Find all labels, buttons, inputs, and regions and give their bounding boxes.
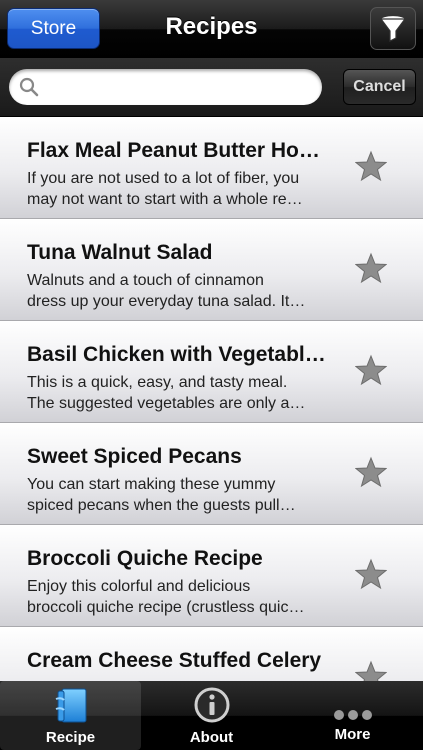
recipe-description-line: broccoli quiche recipe (crustless quic… [27, 599, 305, 616]
recipe-description-line: dress up your everyday tuna salad. It… [27, 293, 306, 310]
recipe-description-line: The suggested vegetables are only a… [27, 395, 306, 412]
recipe-title: Broccoli Quiche Recipe [27, 547, 263, 570]
tab-label: Recipe [45, 729, 96, 746]
list-item[interactable]: Flax Meal Peanut Butter Ho… If you are n… [0, 117, 423, 219]
cancel-button[interactable]: Cancel [343, 69, 416, 105]
recipe-book-icon [55, 688, 86, 723]
recipe-description: If you are not used to a lot of fiber, y… [27, 168, 329, 210]
tab-about[interactable]: About [141, 681, 282, 750]
recipe-description-line: This is a quick, easy, and tasty meal. [27, 374, 288, 391]
search-bar: Cancel [0, 58, 423, 117]
cancel-button-label: Cancel [353, 78, 406, 95]
search-icon [19, 77, 39, 97]
tab-label: More [334, 726, 371, 743]
recipe-title: Sweet Spiced Pecans [27, 445, 242, 468]
recipe-title: Tuna Walnut Salad [27, 241, 213, 264]
recipe-description: This is a quick, easy, and tasty meal. T… [27, 372, 329, 414]
tab-label: About [189, 729, 234, 746]
list-item[interactable]: Cream Cheese Stuffed Celery [0, 627, 423, 681]
tab-more[interactable]: More [282, 681, 423, 750]
filter-button[interactable] [370, 7, 416, 50]
search-field[interactable] [9, 69, 322, 105]
recipe-description: Walnuts and a touch of cinnamon dress up… [27, 270, 329, 312]
recipe-title: Flax Meal Peanut Butter Ho… [27, 139, 320, 162]
recipe-description-line: Walnuts and a touch of cinnamon [27, 272, 264, 289]
favorite-star-icon[interactable] [355, 456, 387, 488]
list-item[interactable]: Sweet Spiced Pecans You can start making… [0, 423, 423, 525]
recipe-description: You can start making these yummy spiced … [27, 474, 329, 516]
navigation-bar: Store Recipes [0, 0, 423, 58]
favorite-star-icon[interactable] [355, 660, 387, 681]
more-dots-icon [333, 710, 372, 720]
info-icon [194, 687, 229, 723]
tab-recipe[interactable]: Recipe [0, 681, 141, 750]
favorite-star-icon[interactable] [355, 558, 387, 590]
recipe-title: Basil Chicken with Vegetabl… [27, 343, 326, 366]
recipe-description-line: You can start making these yummy [27, 476, 276, 493]
list-item[interactable]: Basil Chicken with Vegetabl… This is a q… [0, 321, 423, 423]
recipe-description-line: spiced pecans when the guests pull… [27, 497, 296, 514]
favorite-star-icon[interactable] [355, 150, 387, 182]
search-input[interactable] [45, 73, 309, 103]
favorite-star-icon[interactable] [355, 252, 387, 284]
tab-bar: Recipe About More [0, 681, 423, 750]
recipe-description-line: Enjoy this colorful and delicious [27, 578, 251, 595]
page-title: Recipes [165, 13, 258, 40]
recipe-list: Flax Meal Peanut Butter Ho… If you are n… [0, 117, 423, 681]
list-item[interactable]: Broccoli Quiche Recipe Enjoy this colorf… [0, 525, 423, 627]
favorite-star-icon[interactable] [355, 354, 387, 386]
recipe-title: Cream Cheese Stuffed Celery [27, 649, 322, 672]
recipe-description-line: If you are not used to a lot of fiber, y… [27, 170, 300, 187]
recipe-description: Enjoy this colorful and delicious brocco… [27, 576, 329, 618]
list-item[interactable]: Tuna Walnut Salad Walnuts and a touch of… [0, 219, 423, 321]
funnel-icon [379, 14, 407, 42]
recipe-description-line: may not want to start with a whole re… [27, 191, 303, 208]
